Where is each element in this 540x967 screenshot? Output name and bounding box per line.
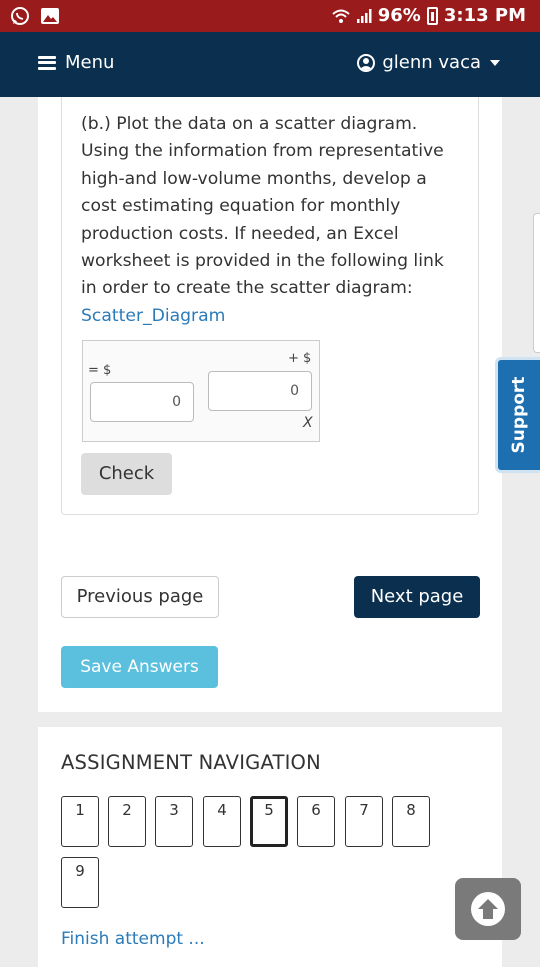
wifi-icon [332, 9, 350, 23]
save-answers-button[interactable]: Save Answers [61, 646, 218, 688]
plus-dollar-label: + $ [288, 351, 312, 366]
image-icon [41, 8, 59, 24]
nav-page-8[interactable]: 8 [392, 796, 430, 847]
nav-page-7[interactable]: 7 [345, 796, 383, 847]
nav-page-3[interactable]: 3 [155, 796, 193, 847]
question-box: (b.) Plot the data on a scatter diagram.… [61, 97, 479, 515]
user-name: glenn vaca [382, 52, 481, 73]
assignment-navigation-title: ASSIGNMENT NAVIGATION [61, 751, 321, 774]
scroll-to-top-button[interactable] [455, 878, 521, 940]
nav-page-6[interactable]: 6 [297, 796, 335, 847]
assignment-navigation-card: ASSIGNMENT NAVIGATION 1 2 3 4 5 6 7 8 9 … [38, 727, 502, 967]
signal-icon [356, 8, 372, 23]
question-text: (b.) Plot the data on a scatter diagram.… [81, 114, 444, 299]
menu-button[interactable]: Menu [38, 52, 114, 73]
clock: 3:13 PM [443, 5, 526, 26]
equals-dollar-label: = $ [88, 363, 112, 378]
user-menu-button[interactable]: glenn vaca [357, 52, 500, 73]
whatsapp-icon [11, 7, 29, 25]
variable-cost-input[interactable]: 0 [208, 371, 312, 411]
nav-page-9[interactable]: 9 [61, 857, 99, 908]
nav-page-4[interactable]: 4 [203, 796, 241, 847]
question-text-block: (b.) Plot the data on a scatter diagram.… [81, 111, 461, 330]
support-label: Support [509, 376, 529, 454]
side-panel-edge [533, 213, 540, 353]
battery-percent: 96% [377, 5, 421, 26]
status-bar: 96% 3:13 PM [0, 0, 540, 32]
previous-page-button[interactable]: Previous page [61, 576, 219, 618]
next-page-button[interactable]: Next page [354, 576, 480, 618]
user-icon [357, 53, 376, 72]
nav-page-1[interactable]: 1 [61, 796, 99, 847]
fixed-cost-input[interactable]: 0 [90, 382, 194, 422]
support-tab[interactable]: Support [495, 357, 540, 473]
battery-icon [426, 6, 438, 25]
hamburger-icon [38, 55, 56, 70]
finish-attempt-link[interactable]: Finish attempt ... [61, 929, 205, 949]
x-variable-label: X [303, 415, 313, 431]
scatter-diagram-link[interactable]: Scatter_Diagram [81, 303, 461, 330]
menu-label: Menu [65, 52, 115, 73]
nav-page-5-current[interactable]: 5 [250, 796, 288, 847]
caret-down-icon [490, 59, 500, 66]
equation-box: = $ + $ 0 0 X [82, 340, 320, 442]
nav-page-2[interactable]: 2 [108, 796, 146, 847]
check-button[interactable]: Check [81, 453, 172, 495]
arrow-up-circle-icon [471, 892, 505, 926]
top-navbar: Menu glenn vaca [0, 32, 540, 97]
question-card: (b.) Plot the data on a scatter diagram.… [38, 97, 502, 712]
